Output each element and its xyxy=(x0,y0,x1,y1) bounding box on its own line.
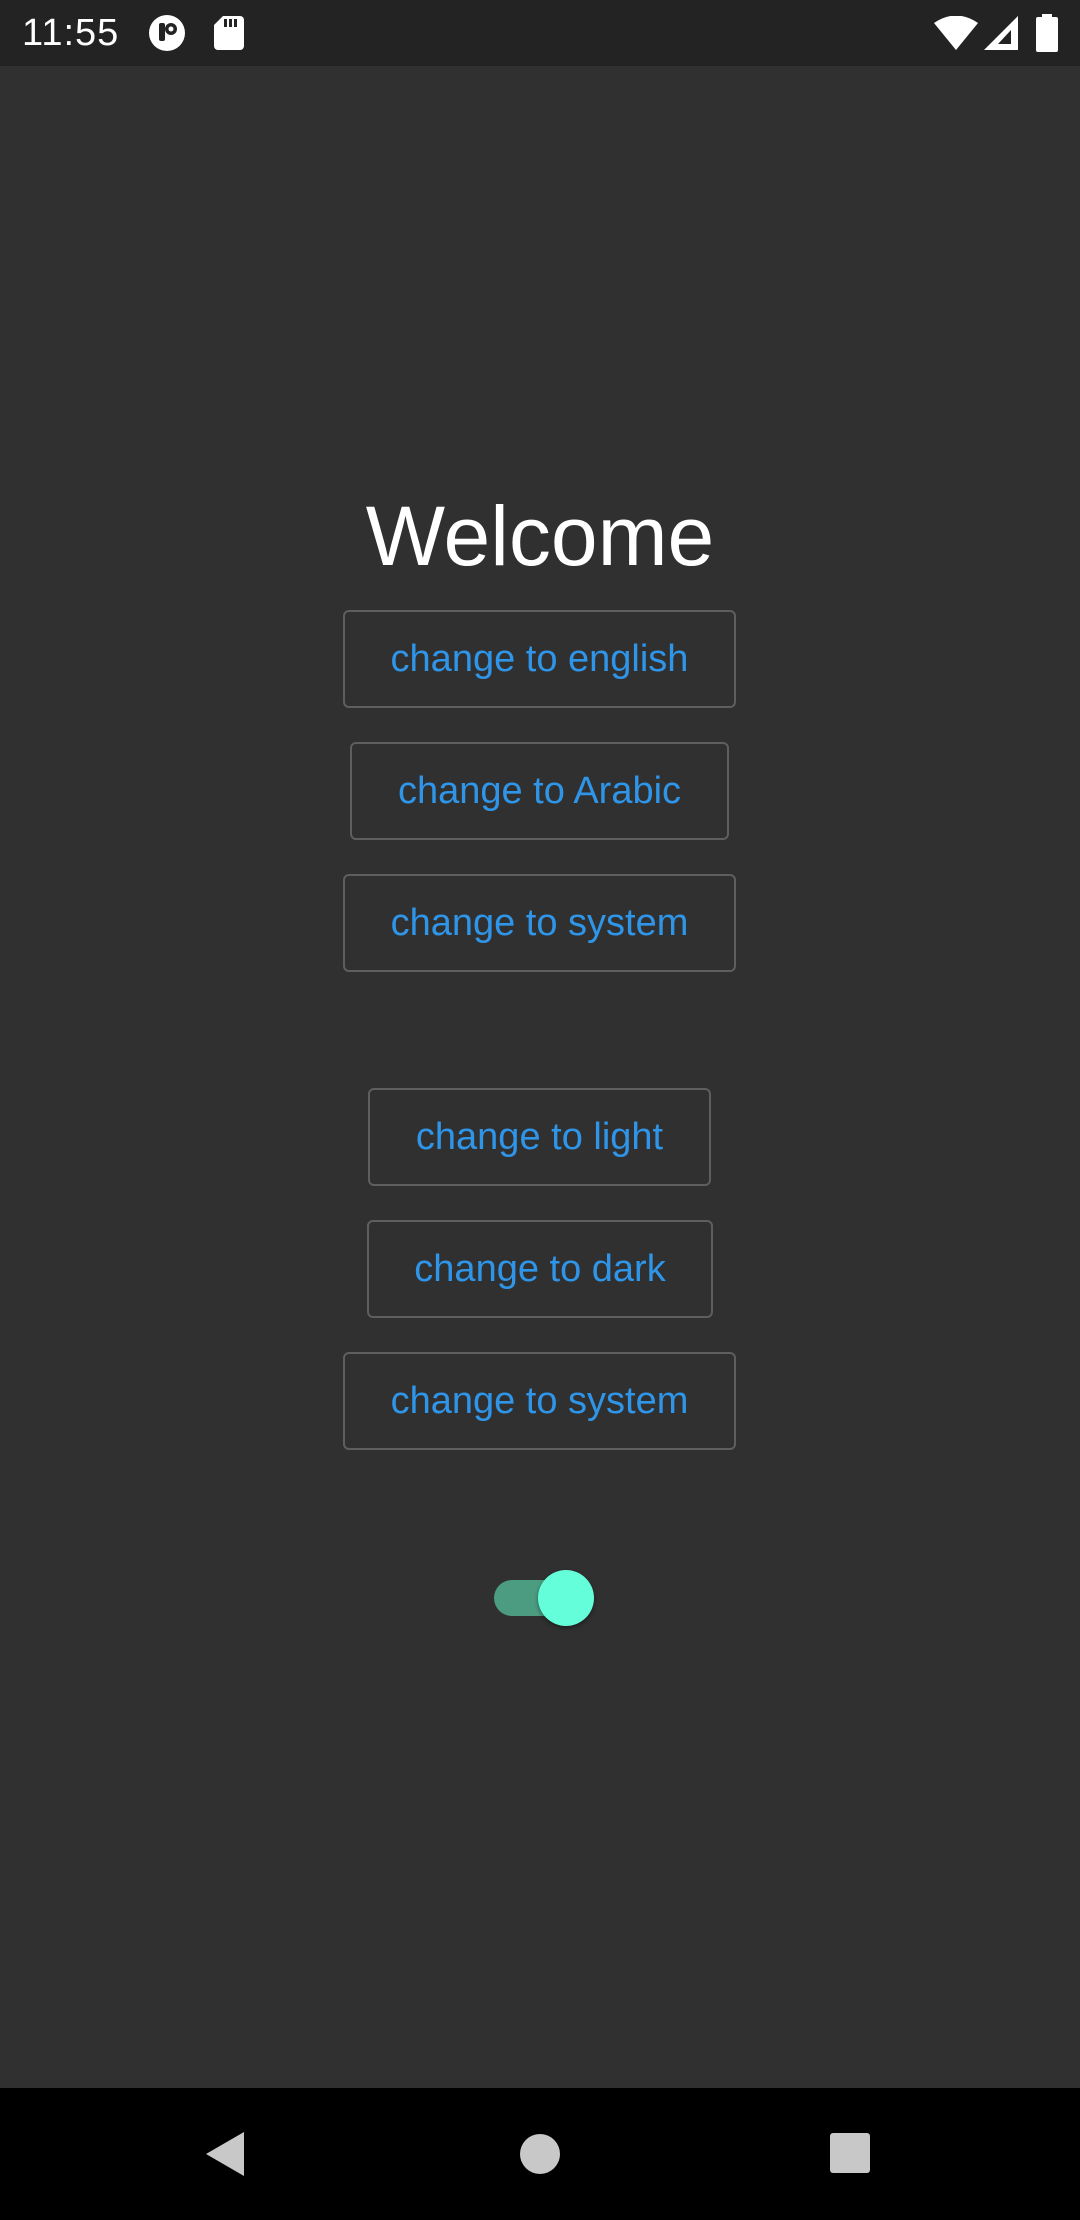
app-notification-icon xyxy=(149,15,185,51)
navigation-bar xyxy=(0,2088,1080,2220)
status-time: 11:55 xyxy=(22,12,120,54)
change-to-english-button[interactable]: change to english xyxy=(343,610,736,708)
recents-icon[interactable] xyxy=(829,2132,871,2174)
sd-card-icon xyxy=(214,16,244,50)
wifi-icon xyxy=(934,16,978,50)
battery-icon xyxy=(1036,14,1058,52)
change-language-to-system-button[interactable]: change to system xyxy=(343,874,736,972)
change-to-dark-button[interactable]: change to dark xyxy=(367,1220,713,1318)
main-content: Welcome change to english change to Arab… xyxy=(0,66,1080,2088)
theme-toggle-switch[interactable] xyxy=(490,1570,594,1626)
status-bar: 11:55 xyxy=(0,0,1080,66)
welcome-title: Welcome xyxy=(365,489,715,583)
home-icon[interactable] xyxy=(518,2132,562,2176)
toggle-thumb xyxy=(538,1570,594,1626)
change-theme-to-system-button[interactable]: change to system xyxy=(343,1352,736,1450)
change-to-arabic-button[interactable]: change to Arabic xyxy=(350,742,729,840)
cell-signal-icon xyxy=(984,16,1018,50)
back-icon[interactable] xyxy=(204,2130,248,2178)
change-to-light-button[interactable]: change to light xyxy=(368,1088,711,1186)
